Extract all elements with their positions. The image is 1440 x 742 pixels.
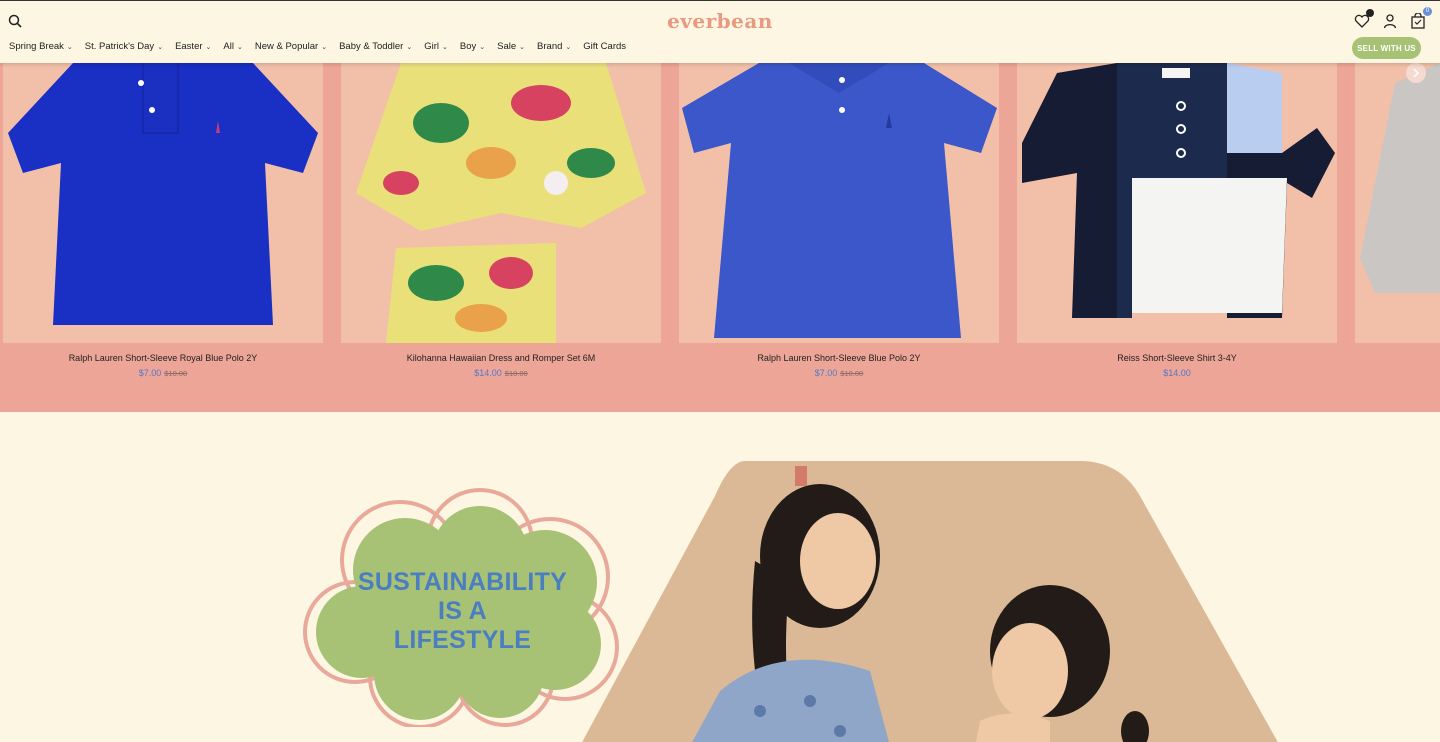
chevron-down-icon: ⌄ <box>479 43 486 51</box>
nav-item-spring-break[interactable]: Spring Break ⌄ <box>9 41 73 52</box>
product-price: $14.00 <box>474 368 502 378</box>
site-logo[interactable]: everbean <box>0 9 1440 33</box>
cart-count-badge: 0 <box>1423 7 1432 16</box>
product-image-colorblock-shirt[interactable] <box>1017 63 1337 343</box>
compare-price: $18.00 <box>504 369 528 378</box>
nav-item-girl[interactable]: Girl ⌄ <box>424 41 448 52</box>
chevron-down-icon: ⌄ <box>406 43 413 51</box>
nav-item-label: Gift Cards <box>583 41 627 52</box>
nav-item-brand[interactable]: Brand ⌄ <box>537 41 571 52</box>
wishlist-badge <box>1366 9 1374 17</box>
product-price: $7.00 <box>138 368 162 378</box>
nav-item-label: Sale <box>497 41 517 52</box>
product-card[interactable] <box>1355 63 1440 412</box>
product-image-blue-polo[interactable] <box>679 63 999 343</box>
compare-price: $10.00 <box>840 369 864 378</box>
chevron-down-icon: ⌄ <box>321 43 328 51</box>
nav-item-label: All <box>223 41 234 52</box>
chevron-down-icon: ⌄ <box>66 43 73 51</box>
product-title[interactable]: Kilohanna Hawaiian Dress and Romper Set … <box>341 353 661 363</box>
cart-icon[interactable]: 0 <box>1410 7 1432 29</box>
chevron-down-icon: ⌄ <box>236 43 243 51</box>
product-carousel: Ralph Lauren Short-Sleeve Royal Blue Pol… <box>0 63 1440 412</box>
nav-item-label: Brand <box>537 41 563 52</box>
nav-item-boy[interactable]: Boy ⌄ <box>460 41 485 52</box>
nav-item-all[interactable]: All ⌄ <box>223 41 242 52</box>
product-card[interactable]: Kilohanna Hawaiian Dress and Romper Set … <box>341 63 661 412</box>
compare-price: $10.00 <box>164 369 188 378</box>
chevron-down-icon: ⌄ <box>565 43 572 51</box>
site-header: everbean 0 Spring Break ⌄ St. Patrick's D… <box>0 0 1440 63</box>
nav-item-label: Girl <box>424 41 440 52</box>
nav-item-label: St. Patrick's Day <box>84 41 155 52</box>
product-title[interactable]: Ralph Lauren Short-Sleeve Royal Blue Pol… <box>3 353 323 363</box>
sustainability-heading: SUSTAINABILITY IS A LIFESTYLE <box>300 568 625 655</box>
nav-item-label: Spring Break <box>9 41 64 52</box>
product-title[interactable]: Reiss Short-Sleeve Shirt 3-4Y <box>1017 353 1337 363</box>
hero-image-children <box>580 461 1280 742</box>
sell-with-us-button[interactable]: SELL WITH US <box>1352 37 1421 59</box>
product-price: $7.00 <box>814 368 838 378</box>
heading-line: SUSTAINABILITY <box>357 568 568 596</box>
product-image-partial[interactable] <box>1355 63 1440 343</box>
chevron-down-icon: ⌄ <box>442 43 448 51</box>
account-icon[interactable] <box>1382 13 1398 29</box>
header-actions: 0 <box>1354 7 1432 29</box>
chevron-down-icon: ⌄ <box>519 43 526 51</box>
nav-item-baby-toddler[interactable]: Baby & Toddler ⌄ <box>339 41 412 52</box>
chevron-right-icon <box>1413 68 1420 78</box>
product-card[interactable]: Ralph Lauren Short-Sleeve Royal Blue Pol… <box>3 63 323 412</box>
sustainability-badge: SUSTAINABILITY IS A LIFESTYLE <box>300 482 625 729</box>
nav-item-label: New & Popular <box>254 41 319 52</box>
nav-item-gift-cards[interactable]: Gift Cards <box>583 41 626 52</box>
product-price-row: $7.00 $10.00 <box>3 368 323 378</box>
product-price-row: $14.00 $18.00 <box>341 368 661 378</box>
nav-item-sale[interactable]: Sale ⌄ <box>497 41 525 52</box>
nav-item-st-patricks-day[interactable]: St. Patrick's Day ⌄ <box>85 41 163 52</box>
heart-icon[interactable] <box>1354 9 1374 29</box>
nav-item-label: Easter <box>175 41 203 52</box>
product-card[interactable]: Ralph Lauren Short-Sleeve Blue Polo 2Y $… <box>679 63 999 412</box>
product-title[interactable]: Ralph Lauren Short-Sleeve Blue Polo 2Y <box>679 353 999 363</box>
chevron-down-icon: ⌄ <box>157 43 164 51</box>
heading-line: IS A <box>438 597 487 625</box>
chevron-down-icon: ⌄ <box>205 43 212 51</box>
nav-item-new-popular[interactable]: New & Popular ⌄ <box>255 41 327 52</box>
heading-line: LIFESTYLE <box>393 626 532 654</box>
nav-item-easter[interactable]: Easter ⌄ <box>175 41 211 52</box>
product-price-row: $7.00 $10.00 <box>679 368 999 378</box>
product-image-hawaiian-dress-romper[interactable] <box>341 63 661 343</box>
product-price-row: $14.00 <box>1017 368 1337 378</box>
product-image-royal-blue-polo[interactable] <box>3 63 323 343</box>
nav-item-label: Boy <box>459 41 477 52</box>
nav-item-label: Baby & Toddler <box>339 41 404 52</box>
carousel-next-button[interactable] <box>1406 63 1426 83</box>
product-card[interactable]: Reiss Short-Sleeve Shirt 3-4Y $14.00 <box>1017 63 1337 412</box>
main-nav: Spring Break ⌄ St. Patrick's Day ⌄ Easter ⌄… <box>9 41 626 52</box>
product-price: $14.00 <box>1163 368 1191 378</box>
sustainability-section: SUSTAINABILITY IS A LIFESTYLE <box>0 412 1440 742</box>
